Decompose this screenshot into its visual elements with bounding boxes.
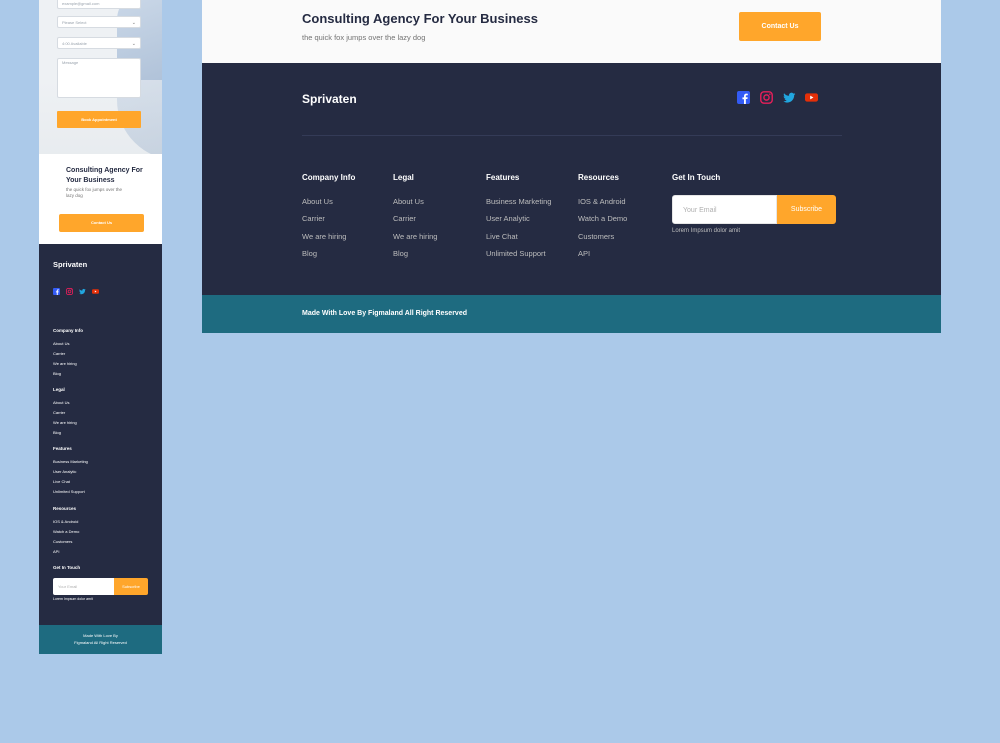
desktop-cta-section <box>202 0 941 63</box>
mobile-footer-link[interactable]: IOS & Android <box>53 519 78 524</box>
mobile-footer-link[interactable]: About Us <box>53 400 69 405</box>
mobile-copyright-line2: Figmaland All Right Reserved <box>74 640 127 645</box>
mobile-contact-button[interactable]: Contact Us <box>59 214 144 232</box>
message-placeholder: Message <box>62 60 79 65</box>
footer-link[interactable]: Blog <box>393 249 408 258</box>
footer-link[interactable]: Customers <box>578 232 614 241</box>
instagram-icon[interactable] <box>760 91 773 107</box>
mobile-footer-col-title: Company Info <box>53 328 83 333</box>
mobile-footer-link[interactable]: Watch a Demo <box>53 529 79 534</box>
footer-col-title-get-in-touch: Get In Touch <box>672 173 721 182</box>
mobile-footer-link[interactable]: About Us <box>53 341 69 346</box>
mobile-copyright: Made With Love By Figmaland All Right Re… <box>39 632 162 646</box>
mobile-copyright-line1: Made With Love By <box>83 633 118 638</box>
mobile-footer-col-title: Legal <box>53 387 65 392</box>
youtube-icon[interactable] <box>92 288 99 297</box>
footer-link[interactable]: Carrier <box>302 214 325 223</box>
mobile-subscribe-button[interactable]: Subscribe <box>114 578 148 595</box>
desktop-copyright: Made With Love By Figmaland All Right Re… <box>302 310 467 317</box>
mobile-footer-link[interactable]: Business Marketing <box>53 459 88 464</box>
mobile-footer-link[interactable]: We are hiring <box>53 420 77 425</box>
mobile-cta-subtitle: the quick fox jumps over the lazy dog <box>66 187 123 198</box>
service-select[interactable]: Please Select ⌄ <box>57 16 141 28</box>
email-field-value: example@gmail.com <box>62 1 100 6</box>
youtube-icon[interactable] <box>805 91 818 107</box>
subscribe-button[interactable]: Subscribe <box>777 195 836 224</box>
mobile-footer-link[interactable]: We are hiring <box>53 361 77 366</box>
twitter-icon[interactable] <box>79 288 86 297</box>
footer-link[interactable]: IOS & Android <box>578 197 626 206</box>
mobile-footer-col-title: Features <box>53 446 72 451</box>
footer-link[interactable]: Blog <box>302 249 317 258</box>
mobile-get-in-touch-title: Get In Touch <box>53 565 81 570</box>
footer-link[interactable]: Carrier <box>393 214 416 223</box>
mobile-footer-link[interactable]: Blog <box>53 371 61 376</box>
lorem-text: Lorem Impsum dolor amit <box>672 228 741 234</box>
footer-link[interactable]: About Us <box>302 197 333 206</box>
twitter-icon[interactable] <box>783 91 796 107</box>
mobile-lorem-text: Lorem Impsum dolor amit <box>53 597 93 601</box>
service-select-value: Please Select <box>62 20 87 25</box>
mobile-footer-link[interactable]: API <box>53 549 59 554</box>
mobile-footer-link[interactable]: Carrier <box>53 410 65 415</box>
message-textarea[interactable]: Message <box>57 58 141 98</box>
footer-link[interactable]: Live Chat <box>486 232 518 241</box>
footer-col-title-company: Company Info <box>302 173 356 182</box>
mobile-footer-link[interactable]: Customers <box>53 539 72 544</box>
footer-link[interactable]: We are hiring <box>393 232 437 241</box>
mobile-footer-link[interactable]: Live Chat <box>53 479 70 484</box>
footer-link[interactable]: Business Marketing <box>486 197 551 206</box>
chevron-down-icon: ⌄ <box>131 41 136 47</box>
footer-link[interactable]: Unlimited Support <box>486 249 546 258</box>
chevron-down-icon: ⌄ <box>131 20 136 26</box>
desktop-cta-title: Consulting Agency For Your Business <box>302 11 538 26</box>
footer-col-title-legal: Legal <box>393 173 414 182</box>
mobile-hero-section: example@gmail.com Please Select ⌄ 4:00 Av… <box>39 0 162 154</box>
footer-link[interactable]: User Analytic <box>486 214 530 223</box>
footer-col-title-features: Features <box>486 173 520 182</box>
mobile-footer-link[interactable]: Unlimited Support <box>53 489 85 494</box>
footer-col-title-resources: Resources <box>578 173 619 182</box>
facebook-icon[interactable] <box>53 288 60 297</box>
mobile-footer-col-title: Resources <box>53 506 77 511</box>
instagram-icon[interactable] <box>66 288 74 297</box>
facebook-icon[interactable] <box>737 91 750 107</box>
email-input[interactable]: Your Email <box>672 195 777 224</box>
footer-divider <box>302 135 842 136</box>
footer-link[interactable]: Watch a Demo <box>578 214 627 223</box>
footer-link[interactable]: API <box>578 249 590 258</box>
email-field[interactable]: example@gmail.com <box>57 0 141 9</box>
mobile-email-input[interactable]: Your Email <box>53 578 114 595</box>
footer-link[interactable]: About Us <box>393 197 424 206</box>
mobile-footer-link[interactable]: User Analytic <box>53 469 76 474</box>
mobile-footer-link[interactable]: Carrier <box>53 351 65 356</box>
mobile-footer-brand: Sprivaten <box>53 260 88 269</box>
desktop-cta-subtitle: the quick fox jumps over the lazy dog <box>302 33 426 42</box>
mobile-cta-title: Consulting Agency For Your Business <box>66 167 143 184</box>
desktop-contact-button[interactable]: Contact Us <box>739 12 821 41</box>
footer-link[interactable]: We are hiring <box>302 232 346 241</box>
desktop-footer-brand: Sprivaten <box>302 92 357 106</box>
time-select-value: 4:00 Available <box>62 41 87 46</box>
mobile-footer-link[interactable]: Blog <box>53 430 61 435</box>
time-select[interactable]: 4:00 Available ⌄ <box>57 37 141 49</box>
book-appointment-button[interactable]: Book Appointment <box>57 111 141 128</box>
